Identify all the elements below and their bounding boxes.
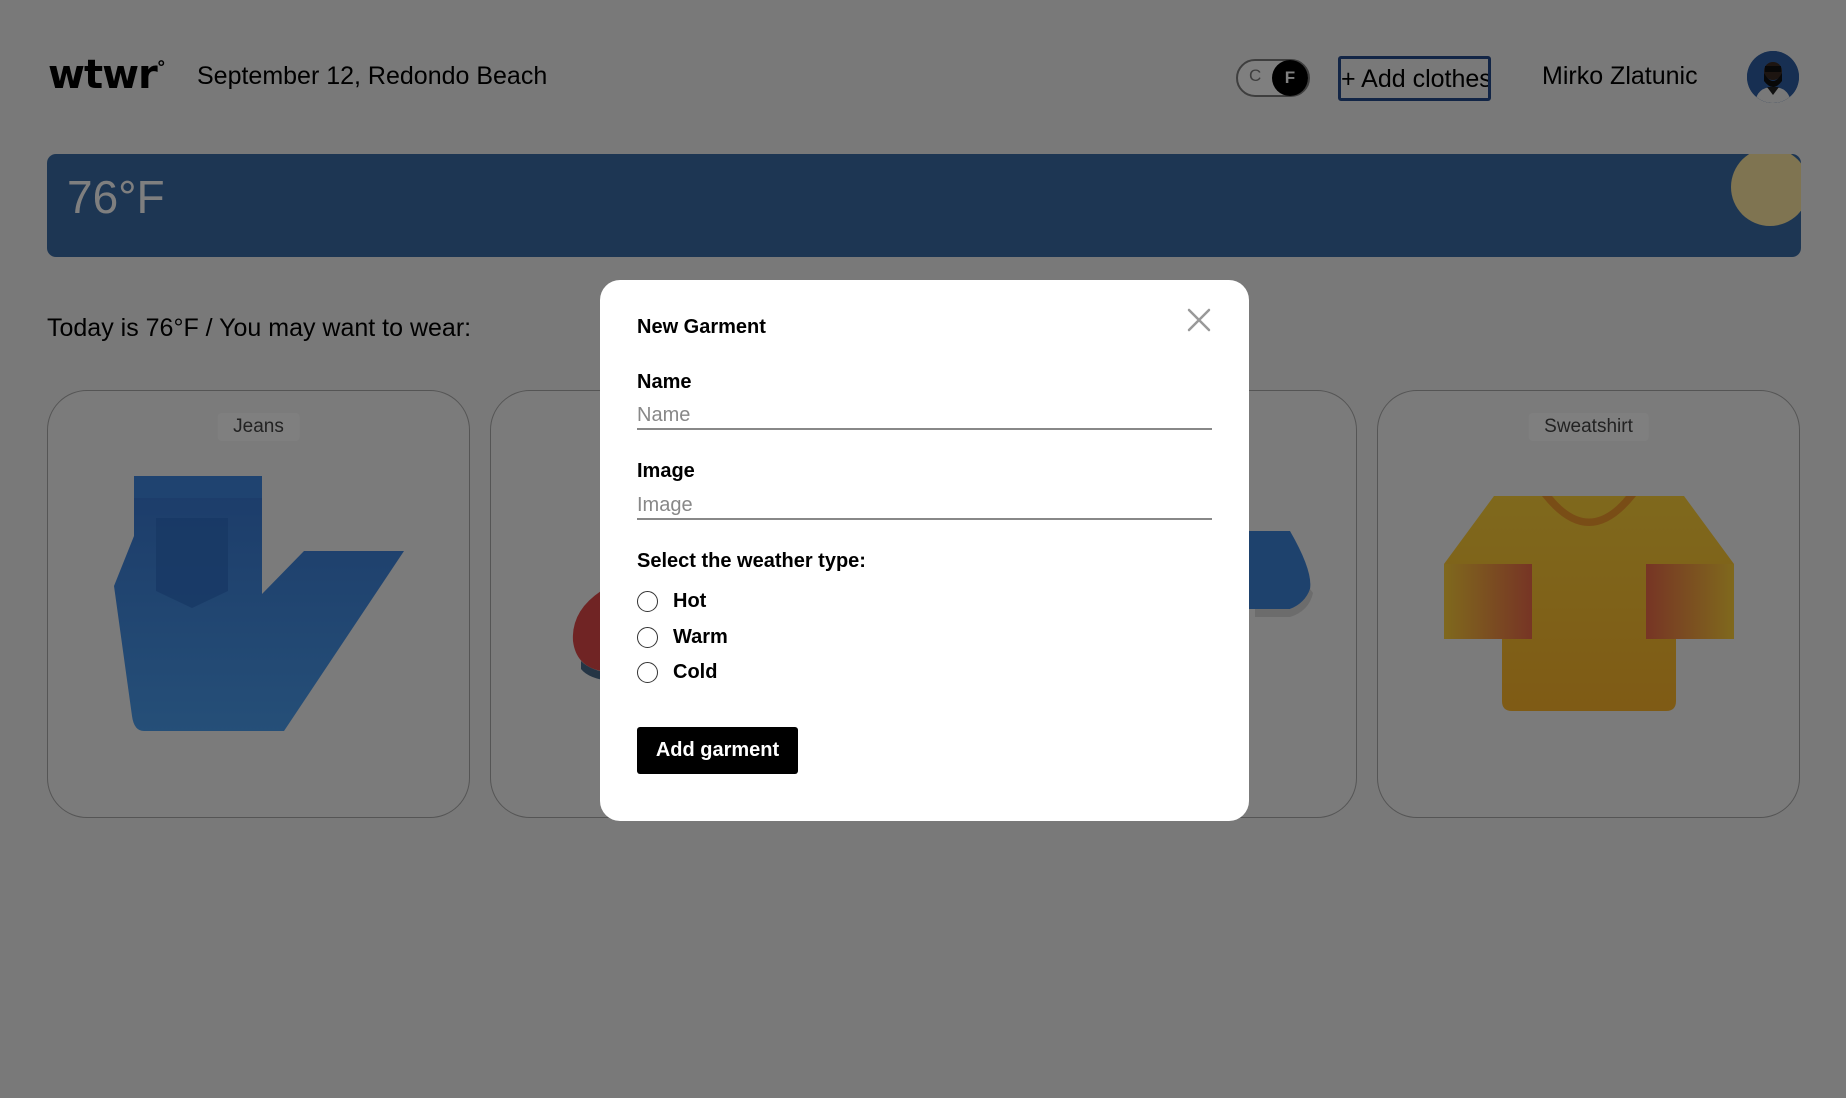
radio-button[interactable] — [637, 661, 658, 683]
new-garment-modal: New Garment Name Image Select the weathe… — [600, 280, 1249, 821]
close-icon — [1187, 308, 1211, 332]
image-input[interactable] — [637, 492, 1212, 520]
radio-button[interactable] — [637, 590, 658, 612]
radio-cold[interactable]: Cold — [637, 659, 717, 685]
radio-warm[interactable]: Warm — [637, 624, 728, 650]
radio-hot[interactable]: Hot — [637, 588, 706, 614]
close-button[interactable] — [1183, 304, 1215, 336]
weather-type-label: Select the weather type: — [637, 550, 866, 572]
radio-button[interactable] — [637, 626, 658, 648]
radio-label: Hot — [673, 589, 707, 612]
radio-label: Cold — [673, 660, 718, 683]
modal-title: New Garment — [637, 316, 766, 338]
image-label: Image — [637, 460, 695, 482]
radio-label: Warm — [673, 625, 728, 648]
name-input[interactable] — [637, 402, 1212, 430]
name-label: Name — [637, 371, 692, 393]
add-garment-button[interactable]: Add garment — [637, 727, 798, 774]
